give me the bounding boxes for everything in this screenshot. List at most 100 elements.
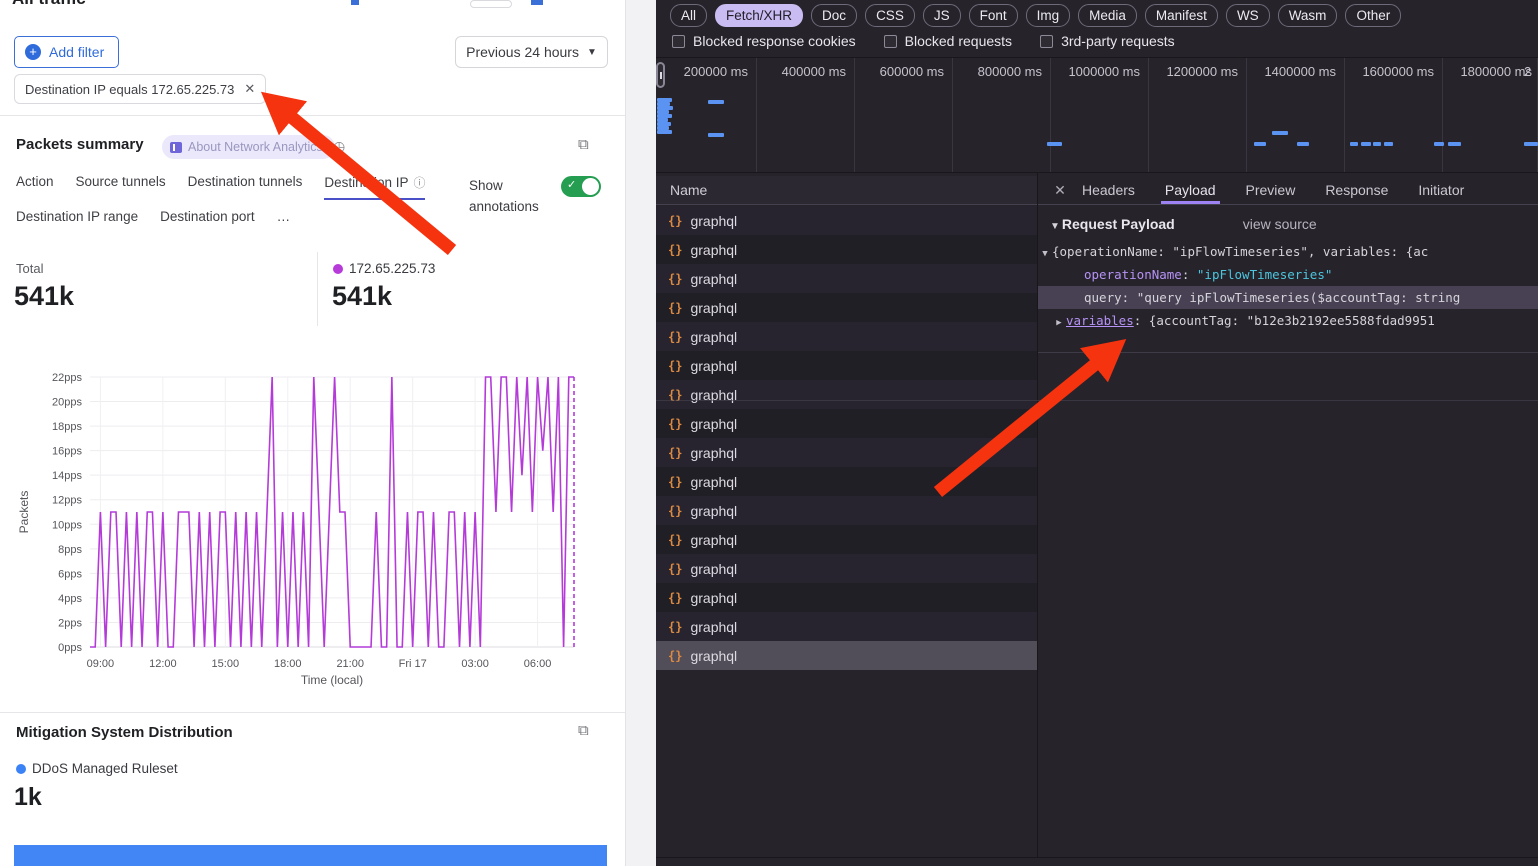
remove-filter-icon[interactable]: ✕ [244, 81, 255, 97]
filter-chip-ws[interactable]: WS [1226, 4, 1270, 27]
filter-chip-fetch-xhr[interactable]: Fetch/XHR [715, 4, 803, 27]
divider [656, 172, 1538, 173]
detail-tab-initiator[interactable]: Initiator [1418, 176, 1464, 204]
checkbox-icon [884, 35, 897, 48]
request-row[interactable]: {}graphql [656, 264, 1037, 293]
request-row[interactable]: {}graphql [656, 467, 1037, 496]
time-range-dropdown[interactable]: Previous 24 hours ▼ [455, 36, 608, 68]
about-network-analytics-badge[interactable]: About Network Analytics [162, 135, 335, 159]
svg-text:22pps: 22pps [52, 372, 82, 384]
filter-chip-manifest[interactable]: Manifest [1145, 4, 1218, 27]
expand-triangle-icon[interactable]: ▶ [1052, 312, 1066, 332]
series-value: 541k [332, 281, 392, 312]
timeline-tick-label-clipped: 2 [1524, 64, 1538, 79]
filter-chip-img[interactable]: Img [1026, 4, 1071, 27]
payload-row-variables[interactable]: ▶variables: {accountTag: "b12e3b2192ee55… [1038, 309, 1538, 332]
request-row-selected[interactable]: {}graphql [656, 641, 1037, 670]
detail-tab-headers[interactable]: Headers [1082, 176, 1135, 204]
collapse-triangle-icon: ▼ [1038, 243, 1052, 263]
request-activity-mark [1297, 142, 1309, 146]
svg-text:10pps: 10pps [52, 519, 82, 531]
show-annotations-toggle[interactable]: ✓ [561, 176, 601, 197]
filter-chip-media[interactable]: Media [1078, 4, 1137, 27]
packets-tab-source-tunnels[interactable]: Source tunnels [76, 174, 166, 200]
filter-chip-doc[interactable]: Doc [811, 4, 857, 27]
network-overview-timeline[interactable]: 200000 ms400000 ms600000 ms800000 ms1000… [656, 58, 1538, 172]
timeline-tick-label: 1400000 ms [1246, 64, 1336, 79]
check-icon: ✓ [567, 178, 576, 191]
packets-tab-destination-port[interactable]: Destination port [160, 209, 255, 231]
request-list: {}graphql{}graphql{}graphql{}graphql{}gr… [656, 206, 1037, 670]
checkbox-blocked-response-cookies[interactable]: Blocked response cookies [672, 33, 856, 49]
request-row[interactable]: {}graphql [656, 496, 1037, 525]
request-row[interactable]: {}graphql [656, 409, 1037, 438]
packets-summary-title: Packets summary [16, 136, 144, 153]
request-row[interactable]: {}graphql [656, 525, 1037, 554]
svg-text:03:00: 03:00 [461, 658, 489, 670]
payload-key: operationName [1084, 267, 1182, 282]
checkbox-3rd-party-requests[interactable]: 3rd-party requests [1040, 33, 1175, 49]
request-row[interactable]: {}graphql [656, 206, 1037, 235]
total-label: Total [16, 261, 43, 276]
payload-row-query[interactable]: query: "query ipFlowTimeseries($accountT… [1038, 286, 1538, 309]
request-row[interactable]: {}graphql [656, 583, 1037, 612]
detail-tab-preview[interactable]: Preview [1246, 176, 1296, 204]
expand-panel-icon[interactable]: ⧉ [578, 136, 589, 153]
json-braces-icon: {} [668, 620, 682, 634]
request-name: graphql [690, 271, 737, 287]
checkbox-icon [1040, 35, 1053, 48]
view-source-link[interactable]: view source [1243, 216, 1317, 232]
request-row[interactable]: {}graphql [656, 612, 1037, 641]
packets-tab-destination-tunnels[interactable]: Destination tunnels [188, 174, 303, 200]
filter-chip-css[interactable]: CSS [865, 4, 915, 27]
svg-text:14pps: 14pps [52, 470, 82, 482]
name-column-header[interactable]: Name [656, 176, 1037, 205]
request-row[interactable]: {}graphql [656, 351, 1037, 380]
request-row[interactable]: {}graphql [656, 380, 1037, 409]
filter-chip-other[interactable]: Other [1345, 4, 1401, 27]
colon: : [1122, 290, 1137, 305]
add-filter-button[interactable]: + Add filter [14, 36, 119, 68]
active-filter-pill[interactable]: Destination IP equals 172.65.225.73 ✕ [14, 74, 266, 104]
payload-row-operationName[interactable]: operationName: "ipFlowTimeseries" [1038, 263, 1538, 286]
close-icon[interactable]: ✕ [1038, 176, 1082, 204]
mitigation-value: 1k [14, 783, 42, 812]
request-name: graphql [690, 416, 737, 432]
mitigation-bar [14, 845, 607, 866]
filter-chip-js[interactable]: JS [923, 4, 961, 27]
packets-tab-destination-ip-range[interactable]: Destination IP range [16, 209, 138, 231]
legend-color-dot [16, 764, 26, 774]
packets-tab-destination-ip[interactable]: Destination IPⓘ [324, 174, 425, 200]
filter-chip-font[interactable]: Font [969, 4, 1018, 27]
payload-tree: operationName: "ipFlowTimeseries"query: … [1038, 263, 1538, 332]
timeline-tick-label: 600000 ms [854, 64, 944, 79]
svg-text:09:00: 09:00 [87, 658, 115, 670]
request-activity-mark [1448, 142, 1461, 146]
detail-tab-payload[interactable]: Payload [1165, 176, 1216, 204]
payload-key: query [1084, 290, 1122, 305]
json-braces-icon: {} [668, 359, 682, 373]
svg-text:Fri 17: Fri 17 [399, 658, 427, 670]
expand-panel-icon[interactable]: ⧉ [578, 722, 589, 739]
payload-key: variables [1066, 313, 1134, 328]
timeline-tick-label: 1600000 ms [1344, 64, 1434, 79]
more-tabs-button[interactable]: … [277, 209, 291, 231]
checkbox-icon [672, 35, 685, 48]
detail-tab-response[interactable]: Response [1325, 176, 1388, 204]
request-row[interactable]: {}graphql [656, 438, 1037, 467]
timeline-tick-label: 1200000 ms [1148, 64, 1238, 79]
collapse-triangle-icon[interactable]: ▼ [1050, 221, 1060, 232]
packets-tab-action[interactable]: Action [16, 174, 54, 200]
checkbox-blocked-requests[interactable]: Blocked requests [884, 33, 1012, 49]
filter-chip-wasm[interactable]: Wasm [1278, 4, 1338, 27]
filter-chip-all[interactable]: All [670, 4, 707, 27]
request-row[interactable]: {}graphql [656, 554, 1037, 583]
request-row[interactable]: {}graphql [656, 235, 1037, 264]
request-activity-mark [1361, 142, 1371, 146]
request-activity-mark [1047, 142, 1062, 146]
svg-text:20pps: 20pps [52, 397, 82, 409]
payload-summary-row[interactable]: ▼{operationName: "ipFlowTimeseries", var… [1038, 240, 1538, 263]
request-row[interactable]: {}graphql [656, 293, 1037, 322]
request-row[interactable]: {}graphql [656, 322, 1037, 351]
divider [0, 712, 625, 713]
